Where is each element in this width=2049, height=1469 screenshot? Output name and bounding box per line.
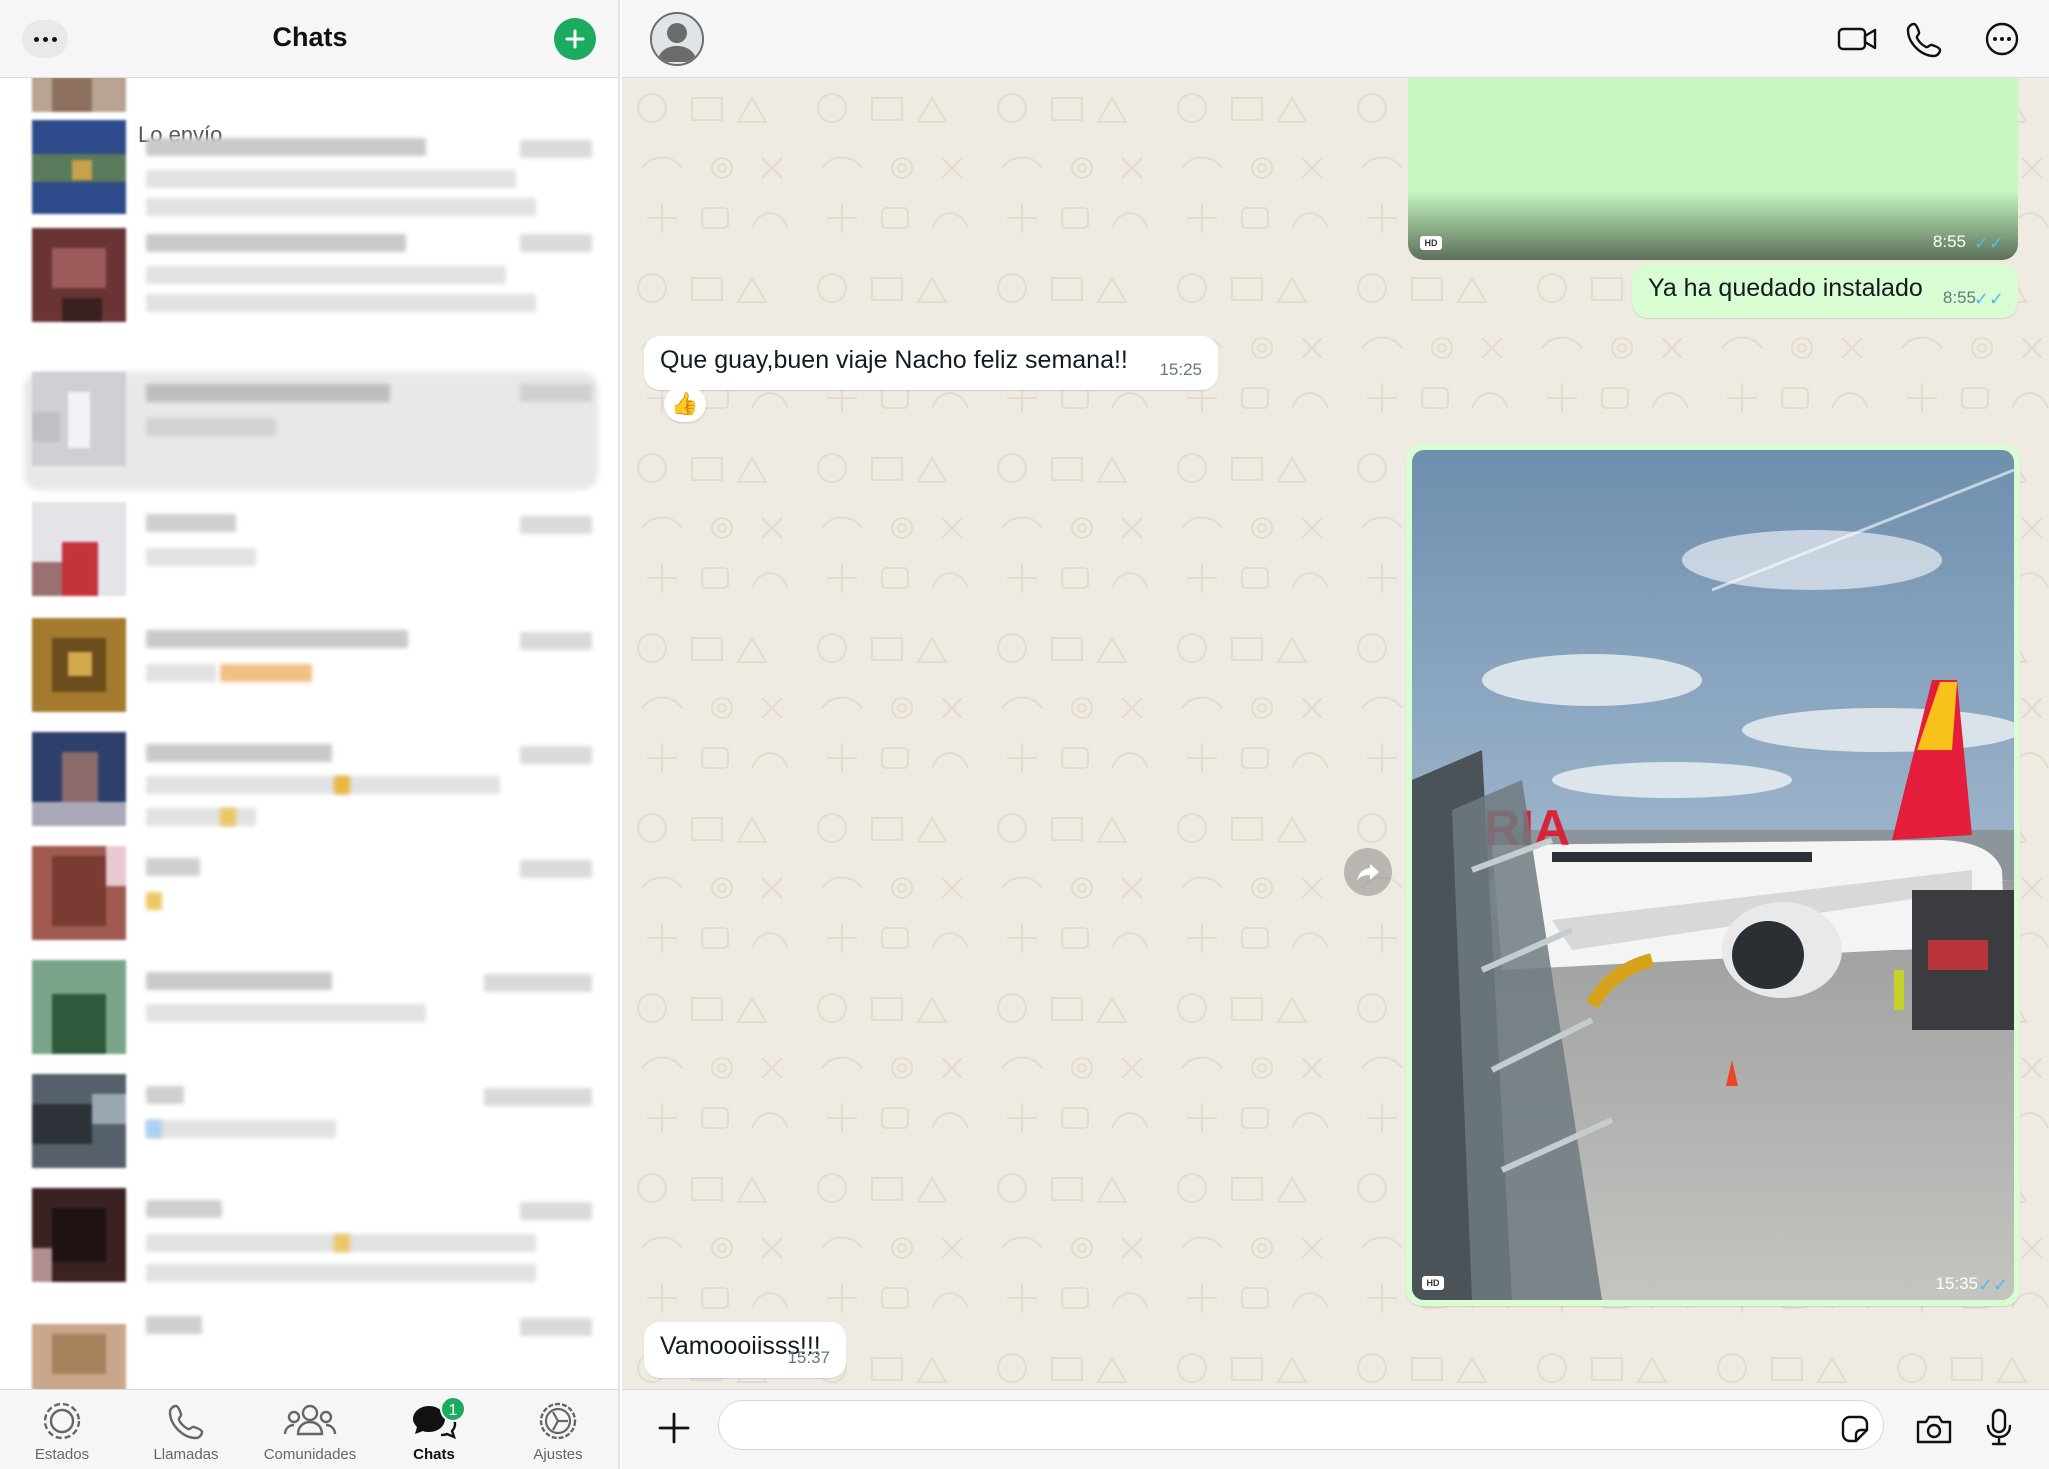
message-composer: [622, 1389, 2049, 1469]
read-ticks-icon: ✓✓: [1977, 1275, 2008, 1295]
photo-image[interactable]: RIA HD 15:35 ✓✓: [1412, 450, 2014, 1300]
photo-message[interactable]: RIA HD 15:35 ✓✓: [1406, 444, 2020, 1306]
page-title: Chats: [272, 22, 348, 52]
default-avatar-icon: [652, 14, 702, 64]
forward-icon: [1357, 864, 1379, 881]
sticker-icon[interactable]: [1838, 1412, 1872, 1446]
list-item[interactable]: [0, 1188, 618, 1300]
read-ticks-icon: ✓✓: [1973, 289, 2004, 309]
avatar: [32, 228, 126, 322]
conversation-header: [622, 0, 2049, 78]
message-time: 8:55: [1942, 288, 1976, 307]
chat-list-header: Chats: [0, 0, 618, 78]
list-item[interactable]: [0, 732, 618, 844]
list-item[interactable]: [0, 1304, 618, 1390]
microphone-icon[interactable]: [1984, 1406, 2014, 1448]
tab-label: Estados: [34, 1446, 90, 1463]
camera-icon[interactable]: [1914, 1412, 1954, 1446]
plus-icon: [565, 29, 585, 49]
hd-badge: HD: [1420, 236, 1442, 250]
phone-icon: [168, 1404, 204, 1440]
chat-list-pane: Chats Lo envío Estados Llamadas Comunida…: [0, 0, 620, 1469]
phone-icon[interactable]: [1904, 18, 1944, 60]
list-item[interactable]: [0, 228, 618, 340]
list-item[interactable]: [0, 118, 618, 230]
status-icon: [43, 1402, 81, 1440]
message-text: Ya ha quedado instalado: [1648, 274, 1923, 302]
avatar[interactable]: [650, 12, 704, 66]
video-call-icon[interactable]: [1836, 18, 1878, 60]
avatar: [32, 960, 126, 1054]
avatar: [32, 732, 126, 826]
communities-icon: [283, 1404, 337, 1436]
tab-llamadas[interactable]: Llamadas: [124, 1398, 248, 1463]
chat-list: Lo envío: [0, 78, 618, 1390]
message-input[interactable]: [718, 1400, 1884, 1450]
list-item[interactable]: [0, 372, 618, 490]
avatar: [32, 1304, 126, 1390]
read-ticks-icon: ✓✓: [1973, 233, 2004, 253]
list-item[interactable]: Lo envío: [0, 78, 618, 147]
message-bubble-outgoing[interactable]: Ya ha quedado instalado 8:55 ✓✓: [1632, 264, 2018, 318]
attach-plus-icon[interactable]: [656, 1410, 692, 1446]
avatar: [32, 618, 126, 712]
avatar: [32, 502, 126, 596]
tab-label: Ajustes: [533, 1446, 583, 1463]
forward-button[interactable]: [1344, 848, 1392, 896]
reaction-badge[interactable]: 👍: [664, 386, 706, 422]
tab-label: Comunidades: [263, 1446, 357, 1463]
tab-comunidades[interactable]: Comunidades: [248, 1398, 372, 1463]
avatar: [32, 1074, 126, 1168]
hd-badge: HD: [1422, 1276, 1444, 1290]
avatar: [32, 846, 126, 940]
list-item[interactable]: [0, 502, 618, 614]
tab-label: Chats: [413, 1446, 455, 1463]
message-time: 15:35: [1935, 1274, 1978, 1293]
settings-icon: [539, 1402, 577, 1440]
message-text: Que guay,buen viaje Nacho feliz semana!!: [660, 346, 1128, 374]
conversation-pane: HD 8:55 ✓✓ Ya ha quedado instalado 8:55 …: [622, 0, 2049, 1469]
more-options-icon[interactable]: [1982, 18, 2022, 60]
avatar: [32, 372, 126, 466]
list-item[interactable]: [0, 1074, 618, 1186]
list-item[interactable]: [0, 846, 618, 958]
tab-bar: Estados Llamadas Comunidades 1 Chats Aju…: [0, 1389, 618, 1469]
message-time: 15:25: [1159, 360, 1202, 379]
list-item[interactable]: [0, 960, 618, 1072]
message-time: 8:55: [1932, 232, 1966, 251]
tab-chats[interactable]: 1 Chats: [372, 1396, 496, 1463]
new-chat-button[interactable]: [554, 18, 596, 60]
unread-badge: 1: [440, 1396, 466, 1422]
avatar: [32, 120, 126, 214]
message-bubble-incoming[interactable]: Vamoooiisss!!! 15:37: [644, 1322, 846, 1378]
avatar: [32, 78, 126, 112]
airplane-photo: RIA: [1412, 450, 2014, 1300]
tab-ajustes[interactable]: Ajustes: [496, 1398, 618, 1463]
message-time: 15:37: [787, 1348, 830, 1367]
tab-label: Llamadas: [153, 1446, 219, 1463]
list-item[interactable]: [0, 618, 618, 730]
media-message[interactable]: HD 8:55 ✓✓: [1408, 78, 2018, 260]
message-bubble-incoming[interactable]: Que guay,buen viaje Nacho feliz semana!!…: [644, 336, 1218, 390]
avatar: [32, 1188, 126, 1282]
tab-estados[interactable]: Estados: [0, 1398, 124, 1463]
